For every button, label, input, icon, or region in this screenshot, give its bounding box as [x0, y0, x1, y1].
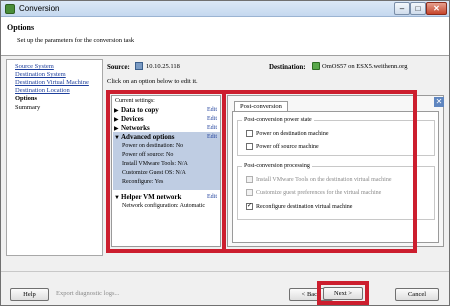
power-on-destination-checkbox[interactable]: Power on destination machine — [246, 130, 328, 137]
destination-label: Destination: — [269, 63, 306, 71]
converter-app-icon — [5, 4, 15, 14]
options-edit-panel: Post-conversion Post-conversion power st… — [227, 95, 444, 247]
post-conversion-processing-group: Post-conversion processing Install VMwar… — [237, 163, 435, 220]
help-button[interactable]: Help — [10, 288, 49, 301]
section-title: Networks — [121, 124, 150, 132]
detail-power-off-source: Power off source: No — [122, 152, 174, 158]
detail-network-configuration: Network configuration: Automatic — [122, 203, 205, 209]
checkbox-box[interactable]: ✓ — [246, 203, 253, 210]
nav-step-options: Options — [15, 95, 38, 102]
click-hint: Click on an option below to edit it. — [107, 78, 198, 85]
nav-step-destination-location[interactable]: Destination Location — [15, 87, 70, 94]
wizard-steps-nav: Source System Destination System Destina… — [6, 59, 103, 256]
checkbox-label: Customize guest preferences for the virt… — [256, 189, 382, 196]
install-vmware-tools-checkbox: Install VMware Tools on the destination … — [246, 176, 392, 183]
close-window-button[interactable]: ✕ — [426, 2, 447, 15]
virtual-machine-icon — [312, 62, 320, 70]
section-advanced-options[interactable]: ▼ Advanced options Edit Power on destina… — [113, 132, 220, 190]
footer-divider — [1, 271, 449, 272]
collapse-arrow-icon[interactable]: ▼ — [114, 194, 120, 203]
checkbox-box — [246, 189, 253, 196]
power-state-group: Post-conversion power state Power on des… — [237, 117, 435, 156]
checkbox-label: Install VMware Tools on the destination … — [256, 176, 392, 183]
export-diagnostic-logs-link[interactable]: Export diagnostic logs... — [56, 290, 119, 297]
page-title: Options — [7, 23, 35, 32]
group-title: Post-conversion power state — [242, 117, 314, 123]
post-conversion-tab-body: Post-conversion power state Power on des… — [232, 111, 439, 243]
nav-step-destination-system[interactable]: Destination System — [15, 71, 66, 78]
checkbox-box[interactable] — [246, 143, 253, 150]
page-subtitle: Set up the parameters for the conversion… — [17, 37, 135, 44]
group-title: Post-conversion processing — [242, 163, 312, 169]
source-label: Source: — [107, 63, 130, 71]
detail-customize-guest-os: Customize Guest OS: N/A — [122, 170, 186, 176]
checkbox-box[interactable] — [246, 130, 253, 137]
source-value: 10.10.25.118 — [146, 63, 180, 70]
window-title: Conversion — [19, 4, 60, 13]
checkbox-box — [246, 176, 253, 183]
destination-value: OmOS57 on ESX5.weithenn.org — [322, 63, 408, 70]
server-icon — [135, 62, 143, 70]
section-title: Helper VM network — [121, 193, 182, 201]
minimize-button[interactable]: – — [394, 2, 410, 15]
reconfigure-destination-vm-checkbox[interactable]: ✓ Reconfigure destination virtual machine — [246, 203, 352, 210]
section-title: Advanced options — [121, 133, 175, 141]
title-bar[interactable]: Conversion – □ ✕ — [1, 1, 449, 17]
next-button[interactable]: Next > — [323, 287, 363, 300]
maximize-button[interactable]: □ — [410, 2, 426, 15]
checkbox-label: Reconfigure destination virtual machine — [256, 203, 353, 210]
current-settings-label: Current settings: — [115, 98, 155, 104]
detail-install-vmware-tools: Install VMware Tools: N/A — [122, 161, 188, 167]
checkbox-label: Power on destination machine — [256, 130, 329, 137]
conversion-window: Conversion – □ ✕ Options Set up the para… — [0, 0, 450, 306]
wizard-header: Options Set up the parameters for the co… — [1, 17, 449, 56]
detail-reconfigure: Reconfigure: Yes — [122, 179, 164, 185]
settings-summary-panel: Current settings: ▶ Data to copy Edit ▶ … — [111, 95, 221, 247]
section-title: Devices — [121, 115, 144, 123]
close-panel-icon[interactable]: ✕ — [434, 97, 444, 107]
edit-link[interactable]: Edit — [207, 193, 217, 202]
edit-link[interactable]: Edit — [207, 115, 217, 124]
detail-power-on-destination: Power on destination: No — [122, 143, 184, 149]
customize-guest-preferences-checkbox: Customize guest preferences for the virt… — [246, 189, 381, 196]
edit-link[interactable]: Edit — [207, 106, 217, 115]
edit-link[interactable]: Edit — [207, 133, 217, 142]
power-off-source-checkbox[interactable]: Power off source machine — [246, 143, 319, 150]
nav-step-summary: Summary — [15, 104, 41, 111]
section-title: Data to copy — [121, 106, 159, 114]
nav-step-source-system[interactable]: Source System — [15, 63, 54, 70]
cancel-button[interactable]: Cancel — [395, 288, 439, 301]
nav-step-destination-vm[interactable]: Destination Virtual Machine — [15, 79, 89, 86]
checkbox-label: Power off source machine — [256, 143, 319, 150]
collapse-arrow-icon[interactable]: ▼ — [114, 134, 120, 143]
